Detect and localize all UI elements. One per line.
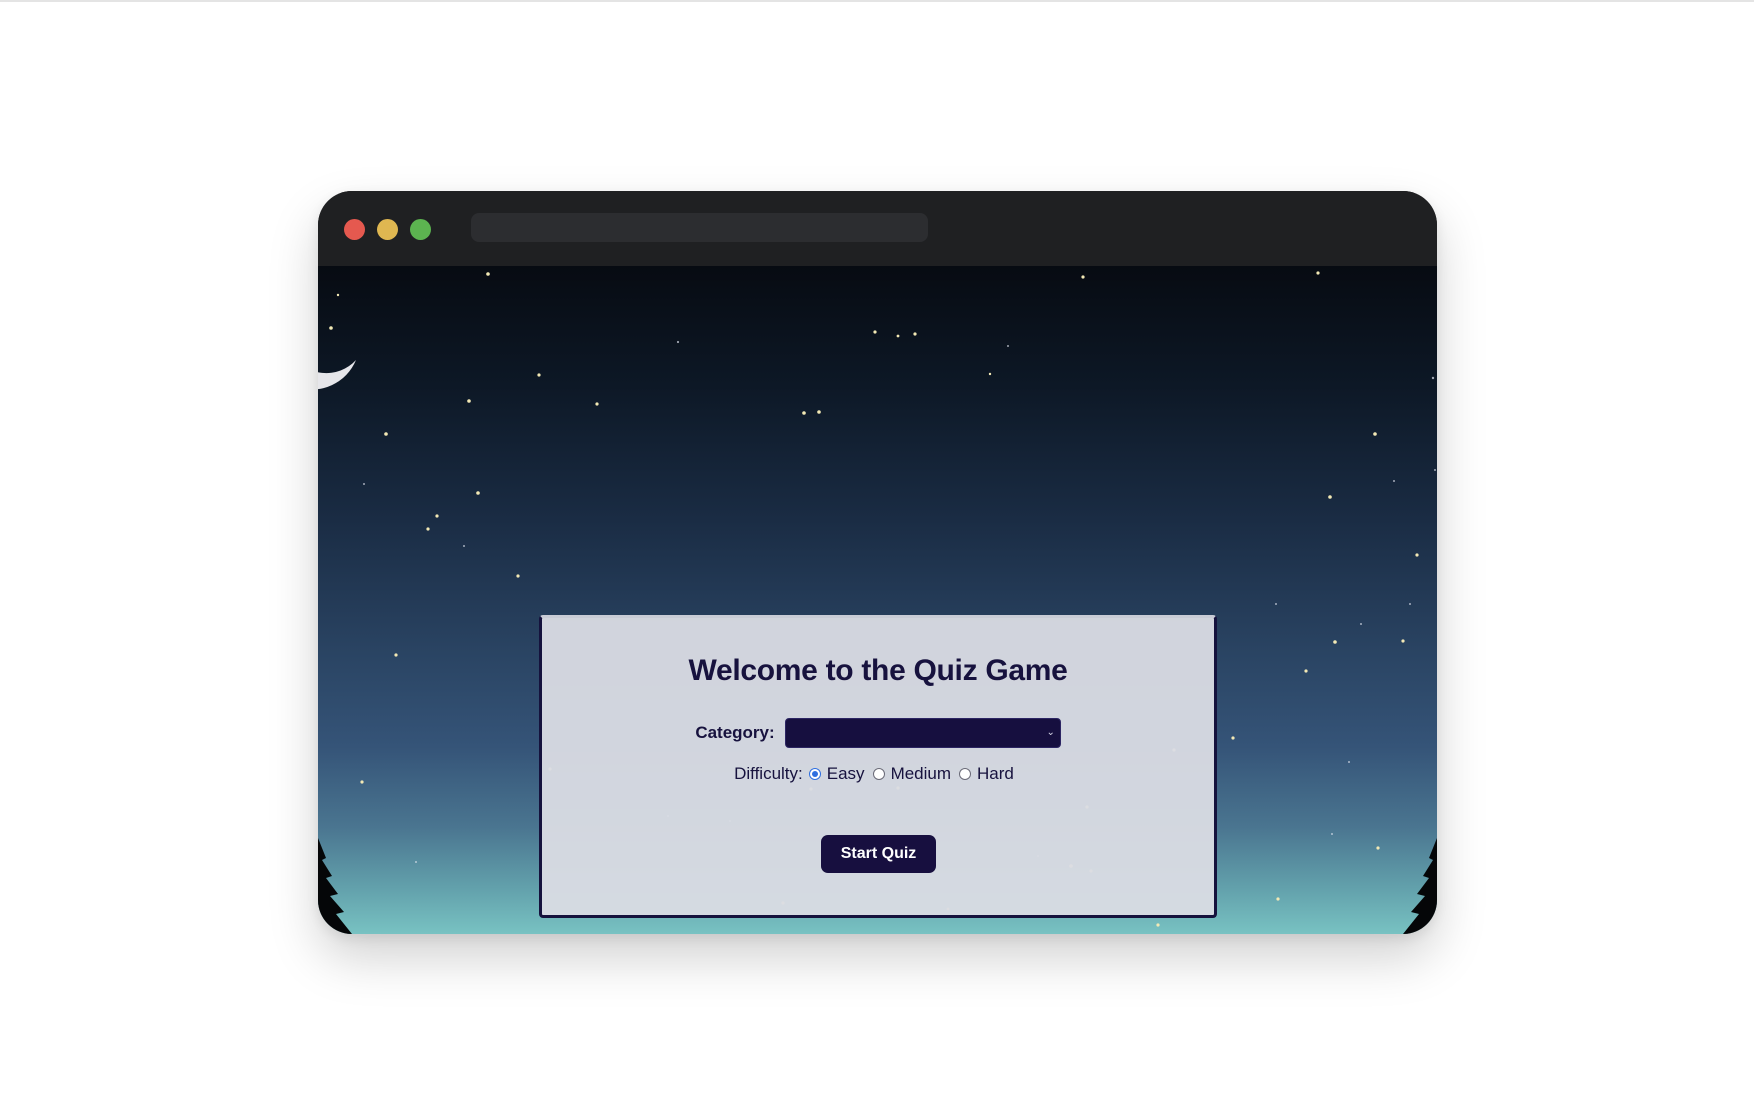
radio-hard[interactable] bbox=[959, 768, 972, 780]
maximize-window-button[interactable] bbox=[410, 219, 431, 240]
pine-tree-icon bbox=[1403, 838, 1437, 934]
radio-easy[interactable] bbox=[808, 768, 821, 780]
difficulty-row: Difficulty: Easy Medium Hard bbox=[542, 764, 1214, 784]
difficulty-option-medium[interactable]: Medium bbox=[872, 764, 952, 784]
top-divider bbox=[0, 0, 1754, 2]
start-quiz-button[interactable]: Start Quiz bbox=[821, 835, 936, 873]
close-window-button[interactable] bbox=[344, 219, 365, 240]
pine-tree-icon bbox=[318, 838, 352, 934]
address-bar[interactable] bbox=[471, 213, 928, 242]
difficulty-option-hard[interactable]: Hard bbox=[959, 764, 1014, 784]
category-select[interactable]: ⌄ bbox=[784, 718, 1061, 748]
category-label: Category: bbox=[695, 723, 775, 742]
browser-window: Welcome to the Quiz Game Category: ⌄ Dif… bbox=[318, 191, 1437, 934]
difficulty-option-easy[interactable]: Easy bbox=[808, 764, 865, 784]
category-row: Category: ⌄ bbox=[542, 718, 1214, 748]
quiz-setup-card: Welcome to the Quiz Game Category: ⌄ Dif… bbox=[539, 615, 1217, 918]
window-titlebar bbox=[318, 191, 1437, 266]
difficulty-option-label: Medium bbox=[890, 764, 952, 783]
night-sky-background: Welcome to the Quiz Game Category: ⌄ Dif… bbox=[318, 266, 1437, 934]
difficulty-label: Difficulty: bbox=[734, 764, 803, 783]
page-title: Welcome to the Quiz Game bbox=[688, 654, 1068, 687]
chevron-down-icon: ⌄ bbox=[1046, 727, 1055, 738]
radio-medium[interactable] bbox=[872, 768, 885, 780]
minimize-window-button[interactable] bbox=[377, 219, 398, 240]
crescent-moon-icon bbox=[318, 294, 356, 390]
difficulty-option-label: Hard bbox=[977, 764, 1014, 783]
difficulty-option-label: Easy bbox=[826, 764, 865, 783]
